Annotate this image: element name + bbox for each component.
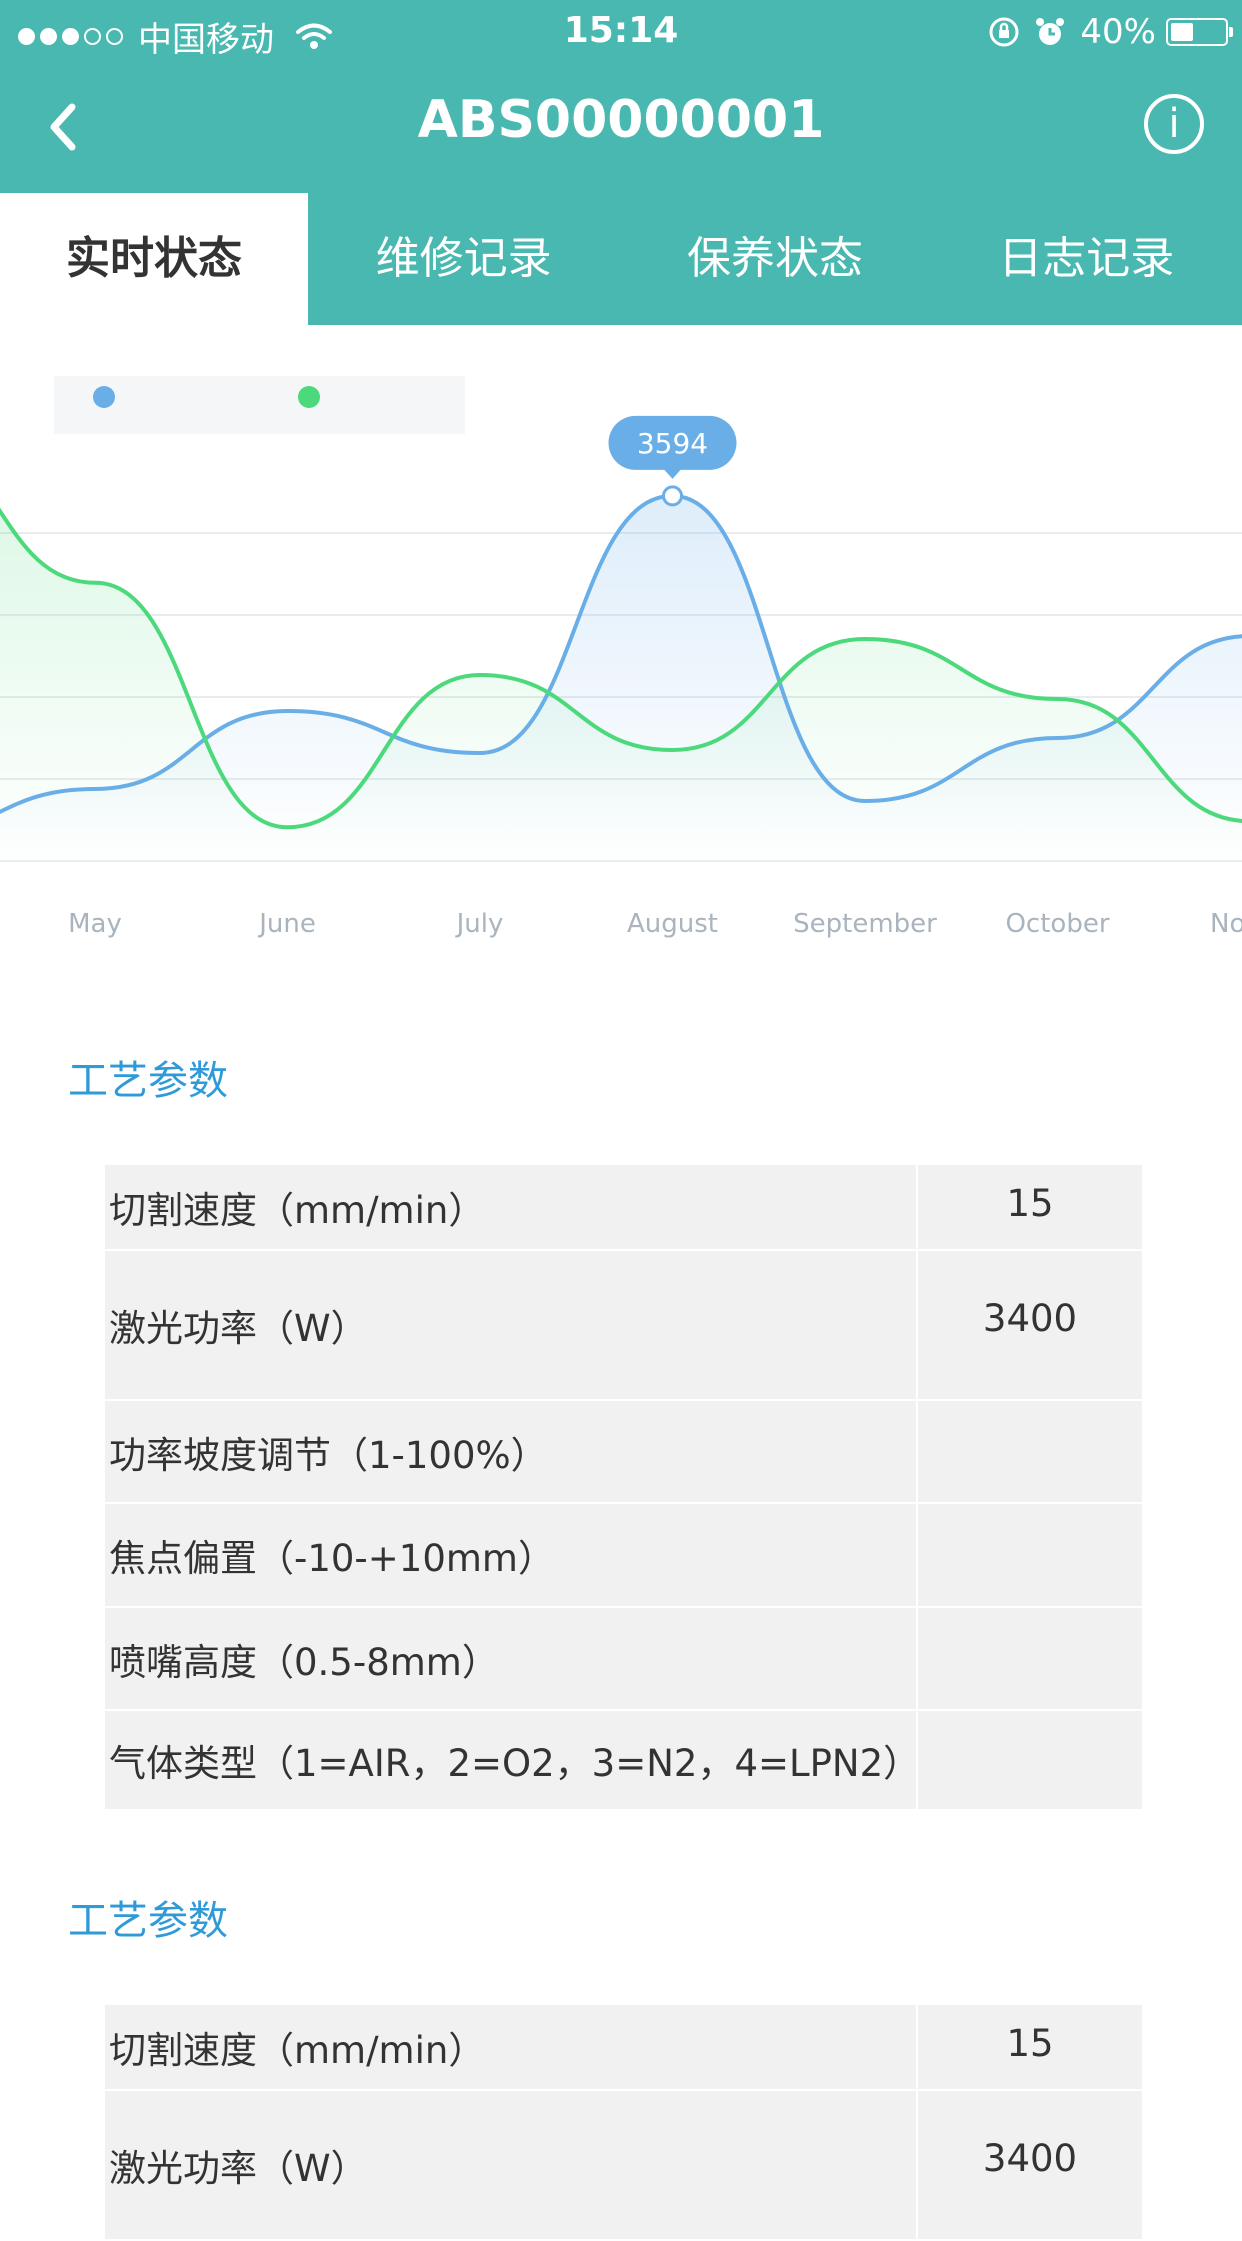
x-tick-label: July — [455, 909, 504, 939]
tab-bar: 实时状态 维修记录 保养状态 日志记录 — [0, 193, 1242, 325]
x-tick-label: October — [1005, 909, 1109, 939]
x-tick-label: May — [68, 909, 122, 939]
tooltip: 3594 — [608, 415, 737, 479]
header: 中国移动 15:14 40% ABS00000001 i 实时状态 维修记录 保… — [0, 0, 1242, 325]
section-title: 工艺参数 — [68, 1058, 228, 1104]
param-value: 3400 — [982, 1297, 1078, 1340]
param-label: 激光功率（W） — [105, 2091, 918, 2239]
param-label: 切割速度（mm/min） — [105, 1165, 918, 1249]
battery-percent: 40% — [1080, 12, 1156, 52]
x-tick-label: June — [257, 909, 316, 939]
param-label: 焦点偏置（-10-+10mm） — [105, 1504, 918, 1606]
param-label: 切割速度（mm/min） — [105, 2005, 918, 2089]
param-value: 3400 — [982, 2137, 1078, 2180]
section-title: 工艺参数 — [68, 1898, 228, 1944]
param-label: 功率坡度调节（1-100%） — [105, 1401, 918, 1502]
param-value: 15 — [1006, 2021, 1054, 2065]
param-value — [918, 1504, 1142, 1606]
table-row: 气体类型（1=AIR，2=O2，3=N2，4=LPN2） — [105, 1711, 1142, 1811]
status-bar: 中国移动 15:14 40% — [0, 0, 1242, 62]
x-tick-label: Nov — [1210, 909, 1242, 939]
table-row: 切割速度（mm/min） 15 — [105, 1165, 1142, 1251]
line-chart: 3594 May June July August September October Nov — [0, 386, 1242, 939]
info-icon[interactable]: i — [1144, 94, 1204, 154]
table-row: 功率坡度调节（1-100%） — [105, 1401, 1142, 1504]
battery-icon — [1166, 18, 1233, 46]
table-row: 焦点偏置（-10-+10mm） — [105, 1504, 1142, 1608]
param-value: 15 — [1006, 1181, 1054, 1225]
alarm-icon — [1036, 18, 1065, 45]
tab-maintenance-records[interactable]: 维修记录 — [308, 193, 619, 325]
tab-realtime-status[interactable]: 实时状态 — [0, 193, 308, 325]
param-label: 气体类型（1=AIR，2=O2，3=N2，4=LPN2） — [105, 1711, 920, 1809]
param-value — [918, 1711, 1142, 1809]
tab-service-status[interactable]: 保养状态 — [619, 193, 930, 325]
rotation-lock-icon — [989, 17, 1019, 47]
tooltip-value: 3594 — [637, 427, 708, 460]
legend-dot — [93, 386, 115, 408]
x-tick-label: September — [793, 909, 937, 939]
nav-bar: ABS00000001 i — [0, 62, 1242, 192]
table-row: 切割速度（mm/min） 15 — [105, 2005, 1142, 2091]
page-title: ABS00000001 — [417, 90, 825, 150]
params-table: 切割速度（mm/min） 15 激光功率（W） 3400 功率坡度调节（1-10… — [105, 1165, 1142, 1811]
param-label: 激光功率（W） — [105, 1251, 918, 1399]
params-table: 切割速度（mm/min） 15 激光功率（W） 3400 — [105, 2005, 1142, 2241]
param-value — [918, 1401, 1142, 1502]
x-tick-label: August — [627, 909, 718, 939]
data-point-highlight[interactable] — [662, 485, 683, 507]
tab-log-records[interactable]: 日志记录 — [931, 193, 1242, 325]
legend-dot — [298, 386, 320, 408]
status-right: 40% — [988, 12, 1233, 52]
table-row: 激光功率（W） 3400 — [105, 2091, 1142, 2241]
table-row: 喷嘴高度（0.5-8mm） — [105, 1608, 1142, 1711]
param-value — [918, 1608, 1142, 1709]
table-row: 激光功率（W） 3400 — [105, 1251, 1142, 1401]
param-label: 喷嘴高度（0.5-8mm） — [105, 1608, 918, 1709]
